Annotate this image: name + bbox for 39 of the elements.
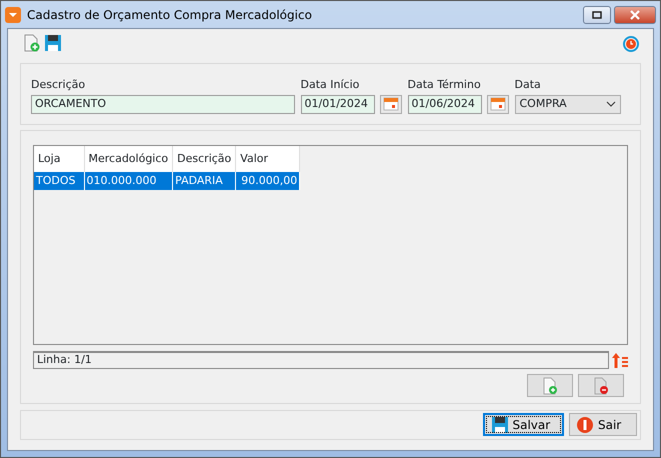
- add-row-button[interactable]: [526, 374, 572, 397]
- column-header[interactable]: Mercadológico: [84, 146, 173, 172]
- remove-document-icon: [593, 376, 609, 394]
- add-document-icon: [542, 376, 558, 394]
- field-label: Descrição: [31, 76, 86, 92]
- close-button[interactable]: [614, 6, 656, 24]
- close-icon: [629, 10, 641, 20]
- calendar-icon: [490, 97, 506, 111]
- restore-icon: [591, 10, 604, 20]
- field-label: Data Término: [408, 76, 482, 92]
- table-cell: 010.000.000: [84, 172, 173, 190]
- chevron-down-icon: [606, 101, 616, 107]
- power-icon: [576, 416, 594, 434]
- refresh-clock-icon[interactable]: [621, 33, 641, 53]
- input-field[interactable]: ORCAMENTO: [31, 94, 295, 114]
- status-bar: Linha: 1/1: [33, 350, 610, 368]
- date-field[interactable]: 01/01/2024: [300, 94, 374, 114]
- table-cell: TODOS: [34, 172, 84, 190]
- column-header[interactable]: Loja: [34, 146, 84, 172]
- sort-arrow-icon[interactable]: [612, 350, 628, 368]
- dropdown[interactable]: COMPRA: [514, 94, 620, 114]
- restore-button[interactable]: [583, 6, 612, 24]
- remove-row-button[interactable]: [578, 374, 624, 397]
- save-button[interactable]: Salvar: [482, 413, 564, 436]
- calendar-icon: [383, 97, 399, 111]
- table-cell: PADARIA: [172, 172, 236, 190]
- column-header[interactable]: Valor: [236, 146, 300, 172]
- table-cell: 90.000,00: [236, 172, 300, 190]
- date-field[interactable]: 01/06/2024: [408, 94, 482, 114]
- save-icon[interactable]: [44, 34, 62, 52]
- calendar-button[interactable]: [380, 94, 402, 114]
- column-header[interactable]: Descrição: [172, 146, 236, 172]
- field-label: Data Início: [300, 76, 360, 92]
- app-icon: [5, 6, 21, 22]
- exit-button[interactable]: Sair: [569, 413, 637, 436]
- field-label: Data: [514, 76, 542, 92]
- calendar-button[interactable]: [487, 94, 509, 114]
- window-title: Cadastro de Orçamento Compra Mercadológico: [27, 6, 312, 24]
- save-icon: [490, 416, 508, 434]
